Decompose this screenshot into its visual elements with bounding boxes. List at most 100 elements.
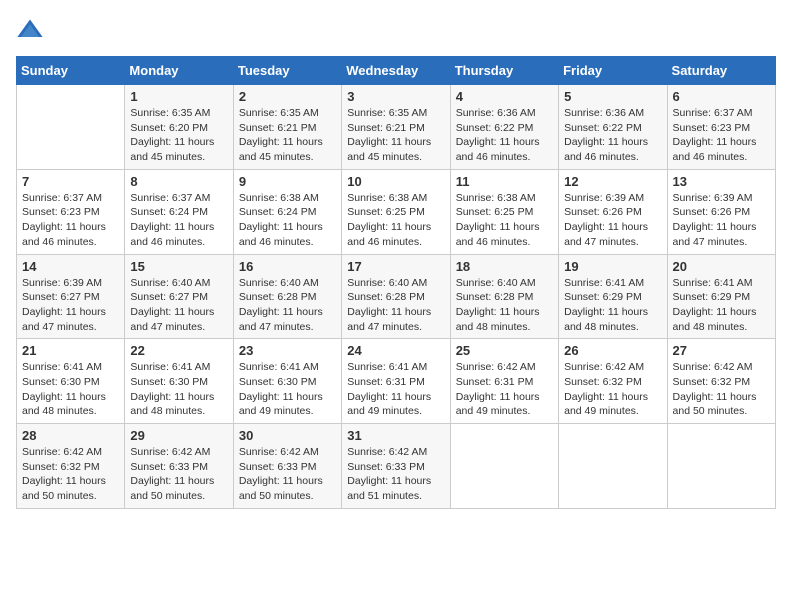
day-info: Sunrise: 6:39 AMSunset: 6:26 PMDaylight:… xyxy=(673,191,770,250)
calendar-header-friday: Friday xyxy=(559,57,667,85)
day-info: Sunrise: 6:40 AMSunset: 6:28 PMDaylight:… xyxy=(456,276,553,335)
calendar-header-thursday: Thursday xyxy=(450,57,558,85)
calendar-cell: 21 Sunrise: 6:41 AMSunset: 6:30 PMDayligh… xyxy=(17,339,125,424)
calendar-header-saturday: Saturday xyxy=(667,57,775,85)
day-info: Sunrise: 6:42 AMSunset: 6:33 PMDaylight:… xyxy=(239,445,336,504)
day-number: 31 xyxy=(347,428,444,443)
calendar-cell: 27Sunrise: 6:42 AMSunset: 6:32 PMDayligh… xyxy=(667,339,775,424)
calendar-cell xyxy=(667,424,775,509)
calendar-cell: 18 Sunrise: 6:40 AMSunset: 6:28 PMDayligh… xyxy=(450,254,558,339)
day-info: Sunrise: 6:38 AMSunset: 6:25 PMDaylight:… xyxy=(347,191,444,250)
day-info: Sunrise: 6:41 AMSunset: 6:29 PMDaylight:… xyxy=(673,276,770,335)
calendar-cell: 19 Sunrise: 6:41 AMSunset: 6:29 PMDayligh… xyxy=(559,254,667,339)
day-info: Sunrise: 6:41 AMSunset: 6:30 PMDaylight:… xyxy=(22,360,119,419)
day-info: Sunrise: 6:42 AMSunset: 6:32 PMDaylight:… xyxy=(22,445,119,504)
day-info: Sunrise: 6:42 AMSunset: 6:32 PMDaylight:… xyxy=(564,360,661,419)
day-number: 25 xyxy=(456,343,553,358)
day-info: Sunrise: 6:38 AMSunset: 6:25 PMDaylight:… xyxy=(456,191,553,250)
day-info: Sunrise: 6:36 AMSunset: 6:22 PMDaylight:… xyxy=(456,106,553,165)
day-number: 3 xyxy=(347,89,444,104)
day-number: 12 xyxy=(564,174,661,189)
day-info: Sunrise: 6:37 AMSunset: 6:23 PMDaylight:… xyxy=(673,106,770,165)
day-info: Sunrise: 6:35 AMSunset: 6:21 PMDaylight:… xyxy=(347,106,444,165)
calendar-header-tuesday: Tuesday xyxy=(233,57,341,85)
day-number: 24 xyxy=(347,343,444,358)
day-number: 13 xyxy=(673,174,770,189)
day-info: Sunrise: 6:38 AMSunset: 6:24 PMDaylight:… xyxy=(239,191,336,250)
calendar-cell: 23 Sunrise: 6:41 AMSunset: 6:30 PMDayligh… xyxy=(233,339,341,424)
calendar-cell: 28 Sunrise: 6:42 AMSunset: 6:32 PMDayligh… xyxy=(17,424,125,509)
day-info: Sunrise: 6:39 AMSunset: 6:26 PMDaylight:… xyxy=(564,191,661,250)
day-number: 18 xyxy=(456,259,553,274)
calendar-header-sunday: Sunday xyxy=(17,57,125,85)
day-info: Sunrise: 6:35 AMSunset: 6:21 PMDaylight:… xyxy=(239,106,336,165)
day-info: Sunrise: 6:41 AMSunset: 6:30 PMDaylight:… xyxy=(239,360,336,419)
page-header xyxy=(16,16,776,44)
day-number: 14 xyxy=(22,259,119,274)
calendar-cell xyxy=(450,424,558,509)
day-info: Sunrise: 6:36 AMSunset: 6:22 PMDaylight:… xyxy=(564,106,661,165)
calendar-cell xyxy=(17,85,125,170)
day-number: 21 xyxy=(22,343,119,358)
day-info: Sunrise: 6:35 AMSunset: 6:20 PMDaylight:… xyxy=(130,106,227,165)
calendar-cell: 7Sunrise: 6:37 AMSunset: 6:23 PMDaylight… xyxy=(17,169,125,254)
day-number: 10 xyxy=(347,174,444,189)
calendar-cell: 12 Sunrise: 6:39 AMSunset: 6:26 PMDayligh… xyxy=(559,169,667,254)
day-number: 22 xyxy=(130,343,227,358)
day-number: 5 xyxy=(564,89,661,104)
day-number: 9 xyxy=(239,174,336,189)
calendar-cell: 31 Sunrise: 6:42 AMSunset: 6:33 PMDayligh… xyxy=(342,424,450,509)
calendar-cell: 4 Sunrise: 6:36 AMSunset: 6:22 PMDaylight… xyxy=(450,85,558,170)
calendar-cell: 3 Sunrise: 6:35 AMSunset: 6:21 PMDaylight… xyxy=(342,85,450,170)
calendar-cell: 22Sunrise: 6:41 AMSunset: 6:30 PMDayligh… xyxy=(125,339,233,424)
calendar-header-wednesday: Wednesday xyxy=(342,57,450,85)
day-number: 17 xyxy=(347,259,444,274)
calendar-week-row: 21 Sunrise: 6:41 AMSunset: 6:30 PMDayligh… xyxy=(17,339,776,424)
day-info: Sunrise: 6:37 AMSunset: 6:23 PMDaylight:… xyxy=(22,191,119,250)
day-number: 19 xyxy=(564,259,661,274)
calendar-week-row: 7Sunrise: 6:37 AMSunset: 6:23 PMDaylight… xyxy=(17,169,776,254)
calendar-cell: 11Sunrise: 6:38 AMSunset: 6:25 PMDayligh… xyxy=(450,169,558,254)
day-number: 30 xyxy=(239,428,336,443)
calendar-cell: 8 Sunrise: 6:37 AMSunset: 6:24 PMDaylight… xyxy=(125,169,233,254)
calendar-cell: 1 Sunrise: 6:35 AMSunset: 6:20 PMDaylight… xyxy=(125,85,233,170)
calendar-cell: 16 Sunrise: 6:40 AMSunset: 6:28 PMDayligh… xyxy=(233,254,341,339)
calendar-cell xyxy=(559,424,667,509)
calendar-cell: 14 Sunrise: 6:39 AMSunset: 6:27 PMDayligh… xyxy=(17,254,125,339)
day-info: Sunrise: 6:39 AMSunset: 6:27 PMDaylight:… xyxy=(22,276,119,335)
calendar-cell: 5 Sunrise: 6:36 AMSunset: 6:22 PMDaylight… xyxy=(559,85,667,170)
calendar-cell: 24 Sunrise: 6:41 AMSunset: 6:31 PMDayligh… xyxy=(342,339,450,424)
logo xyxy=(16,16,48,44)
day-number: 26 xyxy=(564,343,661,358)
day-number: 28 xyxy=(22,428,119,443)
day-info: Sunrise: 6:40 AMSunset: 6:28 PMDaylight:… xyxy=(347,276,444,335)
day-number: 20 xyxy=(673,259,770,274)
calendar-cell: 30 Sunrise: 6:42 AMSunset: 6:33 PMDayligh… xyxy=(233,424,341,509)
day-info: Sunrise: 6:40 AMSunset: 6:28 PMDaylight:… xyxy=(239,276,336,335)
day-number: 23 xyxy=(239,343,336,358)
calendar-cell: 9 Sunrise: 6:38 AMSunset: 6:24 PMDaylight… xyxy=(233,169,341,254)
calendar-table: SundayMondayTuesdayWednesdayThursdayFrid… xyxy=(16,56,776,509)
day-number: 1 xyxy=(130,89,227,104)
calendar-cell: 26 Sunrise: 6:42 AMSunset: 6:32 PMDayligh… xyxy=(559,339,667,424)
day-number: 29 xyxy=(130,428,227,443)
calendar-cell: 15Sunrise: 6:40 AMSunset: 6:27 PMDayligh… xyxy=(125,254,233,339)
calendar-week-row: 14 Sunrise: 6:39 AMSunset: 6:27 PMDayligh… xyxy=(17,254,776,339)
day-info: Sunrise: 6:42 AMSunset: 6:33 PMDaylight:… xyxy=(347,445,444,504)
calendar-cell: 25Sunrise: 6:42 AMSunset: 6:31 PMDayligh… xyxy=(450,339,558,424)
calendar-cell: 2Sunrise: 6:35 AMSunset: 6:21 PMDaylight… xyxy=(233,85,341,170)
calendar-cell: 20 Sunrise: 6:41 AMSunset: 6:29 PMDayligh… xyxy=(667,254,775,339)
day-number: 16 xyxy=(239,259,336,274)
day-info: Sunrise: 6:42 AMSunset: 6:32 PMDaylight:… xyxy=(673,360,770,419)
day-info: Sunrise: 6:37 AMSunset: 6:24 PMDaylight:… xyxy=(130,191,227,250)
calendar-cell: 6 Sunrise: 6:37 AMSunset: 6:23 PMDaylight… xyxy=(667,85,775,170)
calendar-week-row: 28 Sunrise: 6:42 AMSunset: 6:32 PMDayligh… xyxy=(17,424,776,509)
day-number: 8 xyxy=(130,174,227,189)
day-number: 6 xyxy=(673,89,770,104)
day-info: Sunrise: 6:41 AMSunset: 6:29 PMDaylight:… xyxy=(564,276,661,335)
calendar-header-monday: Monday xyxy=(125,57,233,85)
calendar-cell: 10 Sunrise: 6:38 AMSunset: 6:25 PMDayligh… xyxy=(342,169,450,254)
calendar-header-row: SundayMondayTuesdayWednesdayThursdayFrid… xyxy=(17,57,776,85)
day-info: Sunrise: 6:41 AMSunset: 6:31 PMDaylight:… xyxy=(347,360,444,419)
day-number: 4 xyxy=(456,89,553,104)
